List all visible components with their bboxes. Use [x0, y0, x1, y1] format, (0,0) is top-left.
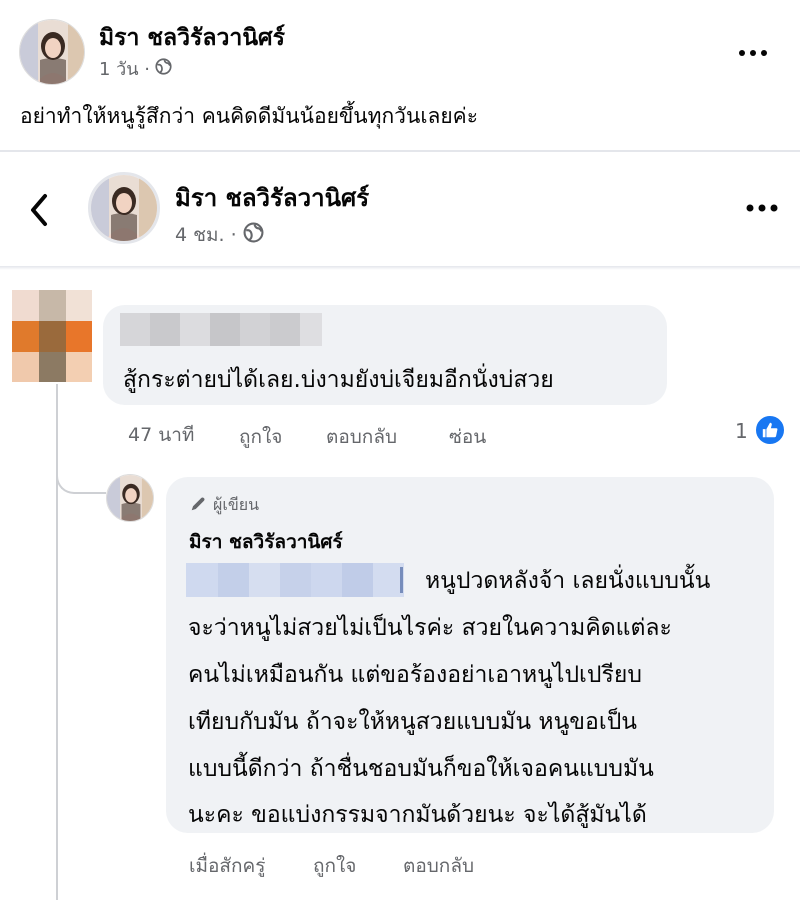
header-author-avatar[interactable] — [88, 172, 160, 244]
post-text: อย่าทำให้หนูรู้สึกว่า คนคิดดีมันน้อยขึ้น… — [20, 104, 479, 128]
pen-icon — [189, 495, 207, 517]
post-author-avatar[interactable] — [19, 19, 85, 85]
reply-button[interactable]: ตอบกลับ — [326, 422, 397, 452]
thread-connector-curve — [56, 448, 106, 494]
reply-time[interactable]: เมื่อสักครู่ — [189, 851, 265, 881]
comment-time[interactable]: 47 นาที — [128, 420, 194, 450]
comment-text: สู้กระต่ายบ่ได้เลย.บ่งามยังบ่เจียมอีกนั่… — [123, 367, 554, 393]
divider — [0, 150, 800, 152]
reply-like-button[interactable]: ถูกใจ — [313, 851, 356, 881]
globe-icon — [243, 222, 264, 248]
globe-icon — [155, 57, 172, 80]
header-author-name[interactable]: มิรา ชลวิรัลวานิศร์ — [175, 178, 369, 217]
reply-text-line: นะคะ ขอแบ่งกรรมจากมันด้วยนะ จะได้สู้มันไ… — [188, 802, 647, 828]
more-horizontal-icon[interactable] — [746, 190, 778, 220]
reply-text-line: เทียบกับมัน ถ้าจะให้หนูสวยแบบมัน หนูขอเป… — [188, 709, 638, 735]
header-divider — [0, 266, 800, 270]
author-badge-label: ผู้เขียน — [213, 495, 260, 514]
commenter-avatar-pixelated[interactable] — [12, 290, 92, 382]
mention-tag-blurred[interactable] — [186, 563, 404, 597]
reply-author-avatar[interactable] — [106, 474, 154, 522]
more-horizontal-icon[interactable] — [738, 36, 768, 64]
reaction-count[interactable]: 1 — [735, 419, 748, 443]
chevron-left-icon[interactable] — [24, 190, 54, 230]
reply-text-line: คนไม่เหมือนกัน แต่ขอร้องอย่าเอาหนูไปเปรี… — [188, 662, 642, 688]
like-button[interactable]: ถูกใจ — [239, 422, 282, 452]
commenter-name-blurred[interactable] — [120, 313, 322, 346]
post-author-name[interactable]: มิรา ชลวิรัลวานิศร์ — [99, 20, 285, 56]
reply-reply-button[interactable]: ตอบกลับ — [403, 851, 474, 881]
author-badge: ผู้เขียน — [189, 493, 259, 518]
post-time[interactable]: 1 วัน · — [99, 54, 150, 83]
reply-text-line: จะว่าหนูไม่สวยไม่เป็นไรค่ะ สวยในความคิดแ… — [188, 615, 672, 641]
post-meta: 1 วัน · — [99, 54, 172, 83]
thumbs-up-icon[interactable] — [754, 414, 786, 446]
reply-text-line: หนูปวดหลังจ้า เลยนั่งแบบนั้น — [425, 568, 711, 594]
reply-text-line: แบบนี้ดีกว่า ถ้าชื่นชอบมันก็ขอให้เจอคนแบ… — [188, 756, 654, 782]
reply-author-name[interactable]: มิรา ชลวิรัลวานิศร์ — [189, 527, 343, 557]
header-time[interactable]: 4 ชม. · — [175, 220, 237, 250]
header-meta: 4 ชม. · — [175, 220, 264, 250]
thread-connector — [56, 494, 58, 900]
hide-button[interactable]: ซ่อน — [449, 422, 486, 452]
